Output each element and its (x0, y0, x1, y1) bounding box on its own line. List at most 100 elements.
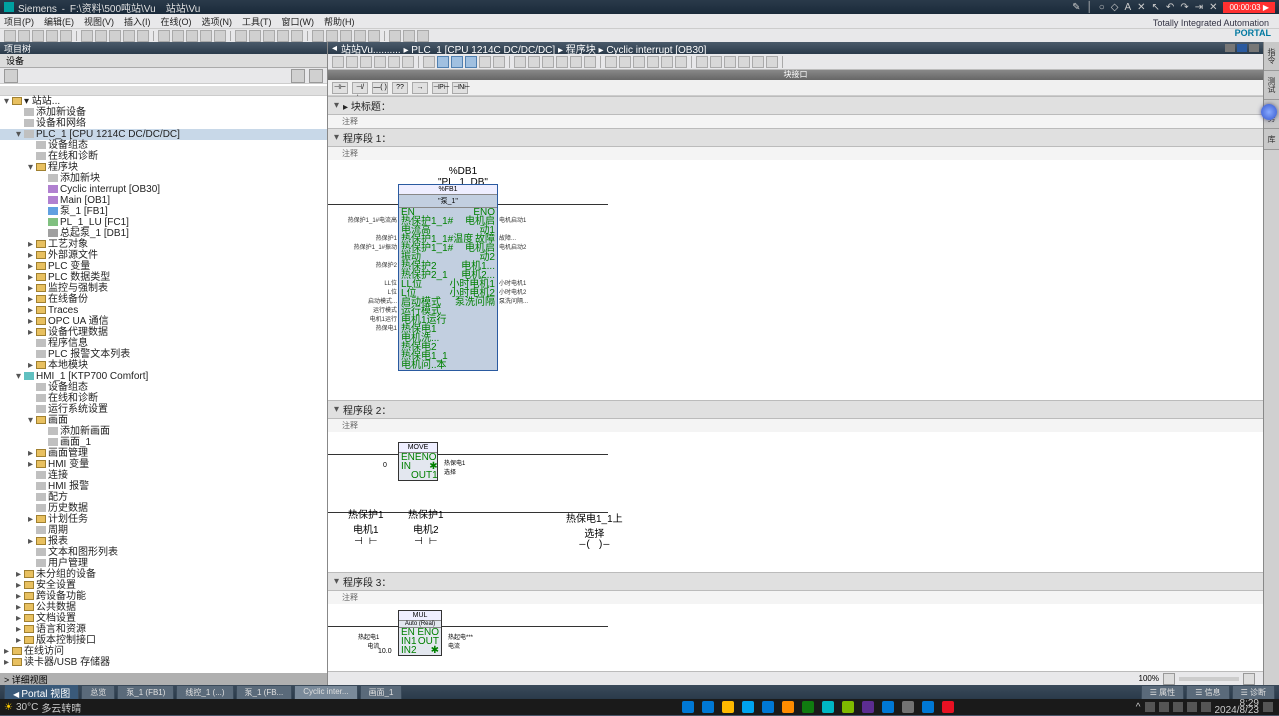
tree-item[interactable]: 添加新块 (0, 173, 327, 184)
tree-item[interactable]: 连接 (0, 470, 327, 481)
pin-tag[interactable]: 电机启动2 (499, 244, 526, 253)
tree-item[interactable]: PL_1_LU [FC1] (0, 217, 327, 228)
tree-collapse-icon[interactable] (291, 69, 305, 83)
tree-item[interactable]: PLC 报警文本列表 (0, 349, 327, 360)
menu-item[interactable]: 编辑(E) (44, 15, 74, 28)
tree-item[interactable]: 在线和诊断 (0, 151, 327, 162)
taskbar-app-icon[interactable] (939, 700, 957, 714)
tree-item[interactable]: ▸未分组的设备 (0, 569, 327, 580)
ed-toolbar-button[interactable] (556, 56, 568, 68)
ed-toolbar-button[interactable] (633, 56, 645, 68)
nav-prev-icon[interactable]: ◂ (332, 43, 337, 54)
ed-toolbar-button[interactable] (332, 56, 344, 68)
ed-toolbar-button[interactable] (605, 56, 617, 68)
block-title-section[interactable]: ▾ ▸ 块标题： (328, 96, 1263, 115)
tree-item[interactable]: 添加新画面 (0, 426, 327, 437)
tree-item[interactable]: ▸安全设置 (0, 580, 327, 591)
tree-item[interactable]: ▾▾ 站站... (0, 96, 327, 107)
tree-item[interactable]: ▸读卡器/USB 存储器 (0, 657, 327, 668)
tree-item[interactable]: HMI 报警 (0, 481, 327, 492)
tree-item[interactable]: ▸PLC 变量 (0, 261, 327, 272)
tree-item[interactable]: ▸在线备份 (0, 294, 327, 305)
pin-tag[interactable]: 启动模式... (368, 298, 397, 307)
taskbar-app-icon[interactable] (739, 700, 757, 714)
weather-widget[interactable]: ☀ 30°C 多云转晴 (4, 700, 81, 715)
toolbar-button[interactable] (46, 30, 58, 42)
pin-tag[interactable]: 泵洗问隔... (499, 298, 528, 307)
ed-toolbar-button[interactable] (661, 56, 673, 68)
pin-tag[interactable]: 电机1运行 (370, 316, 397, 325)
collapse-icon[interactable]: ▾ (334, 404, 339, 415)
pin-tag[interactable]: L位 (388, 289, 397, 298)
tree-item[interactable]: ▾程序块 (0, 162, 327, 173)
pin-tag[interactable]: 热保护1_1#电流高 (348, 217, 397, 226)
tree-item[interactable]: 配方 (0, 492, 327, 503)
favorite-instruction[interactable]: ⊣/⊢ (352, 82, 368, 94)
tree-item[interactable]: ▸HMI 变量 (0, 459, 327, 470)
favorite-instruction[interactable]: ⊣P⊢ (432, 82, 448, 94)
taskbar-app-icon[interactable] (899, 700, 917, 714)
tree-item[interactable]: Cyclic interrupt [OB30] (0, 184, 327, 195)
tree-item[interactable]: 运行系统设置 (0, 404, 327, 415)
network1-canvas[interactable]: %DB1 "PL_1_DB" %FB1 "泵_1" ENENO热保护1_1#电流… (328, 160, 1263, 400)
nw2-in-val[interactable]: 0 (383, 462, 387, 469)
editor-body[interactable]: ▾ ▸ 块标题： 注释 ▾ 程序段 1： 注释 %DB1 "PL_1_DB" %… (328, 96, 1263, 671)
favorite-instruction[interactable]: → (412, 82, 428, 94)
line-icon[interactable]: │ (1086, 2, 1092, 13)
pin-tag[interactable]: 热保护1 (376, 235, 397, 244)
document-tab[interactable]: 总览 (81, 685, 115, 700)
taskbar-app-icon[interactable] (879, 700, 897, 714)
tree-item[interactable]: 周期 (0, 525, 327, 536)
pin-tag[interactable]: 热保护1_1#振动 (354, 244, 397, 253)
menu-item[interactable]: 工具(T) (242, 15, 272, 28)
menu-item[interactable]: 在线(O) (161, 15, 192, 28)
tree-item[interactable]: ▸版本控制接口 (0, 635, 327, 646)
ed-toolbar-button[interactable] (528, 56, 540, 68)
zoom-fit-icon[interactable] (1243, 673, 1255, 685)
tree-item[interactable]: ▾PLC_1 [CPU 1214C DC/DC/DC] (0, 129, 327, 140)
ed-toolbar-button[interactable] (423, 56, 435, 68)
tree-item[interactable]: 设备组态 (0, 140, 327, 151)
pin-tag[interactable]: 电机启动1 (499, 217, 526, 226)
ed-toolbar-button[interactable] (479, 56, 491, 68)
menu-item[interactable]: 选项(N) (202, 15, 233, 28)
pin-icon[interactable]: ⇥ (1195, 2, 1203, 13)
tree-item[interactable]: 设备组态 (0, 382, 327, 393)
toolbar-button[interactable] (263, 30, 275, 42)
redo-icon[interactable]: ↷ (1180, 2, 1188, 13)
tree-item[interactable]: ▸报表 (0, 536, 327, 547)
inspector-tab[interactable]: ☰ 信息 (1186, 685, 1229, 700)
tree-expand-icon[interactable] (309, 69, 323, 83)
tree-item[interactable]: 总起泵_1 [DB1] (0, 228, 327, 239)
inspector-tab[interactable]: ☰ 属性 (1141, 685, 1184, 700)
toolbar-button[interactable] (4, 30, 16, 42)
detail-view-header[interactable]: > 详细视图 (0, 673, 327, 685)
favorite-instruction[interactable]: ⊣N⊢ (452, 82, 468, 94)
nw2-coil[interactable]: 热保电1_1上 选择—( )— (566, 498, 623, 563)
circle-icon[interactable]: ○ (1099, 2, 1105, 13)
project-tree[interactable]: ▾▾ 站站... 添加新设备 设备和网络▾PLC_1 [CPU 1214C DC… (0, 84, 327, 673)
pointer-icon[interactable]: ↖ (1152, 2, 1160, 13)
tree-item[interactable]: ▸设备代理数据 (0, 327, 327, 338)
editor-maximize-icon[interactable] (1237, 44, 1247, 52)
notifications-icon[interactable] (1263, 702, 1273, 712)
nw2-contact2[interactable]: 热保护1 电机2⊣ ⊢ (408, 494, 444, 560)
pin-tag[interactable]: 运行模式 (373, 307, 397, 316)
network3-header[interactable]: ▾ 程序段 3： (328, 572, 1263, 591)
ed-toolbar-button[interactable] (465, 56, 477, 68)
tree-item[interactable]: ▸监控与强制表 (0, 283, 327, 294)
toolbar-button[interactable] (60, 30, 72, 42)
toolbar-button[interactable] (249, 30, 261, 42)
task-card-tab[interactable]: 测试 (1264, 71, 1279, 100)
document-tab[interactable]: 泵_1 (FB1) (117, 685, 174, 700)
tree-item[interactable]: ▸画面管理 (0, 448, 327, 459)
ed-toolbar-button[interactable] (647, 56, 659, 68)
pin-tag[interactable]: LL位 (384, 280, 397, 289)
ed-toolbar-button[interactable] (346, 56, 358, 68)
ed-toolbar-button[interactable] (402, 56, 414, 68)
document-tab[interactable]: 泵_1 (FB... (236, 685, 293, 700)
toolbar-button[interactable] (312, 30, 324, 42)
nw3-in1-tag[interactable]: 热起电1 电流 (358, 632, 379, 650)
ed-toolbar-button[interactable] (493, 56, 505, 68)
network3-canvas[interactable]: MUL Auto (Real) ENENO IN1OUT IN2✱ 热起电1 电… (328, 604, 1263, 671)
